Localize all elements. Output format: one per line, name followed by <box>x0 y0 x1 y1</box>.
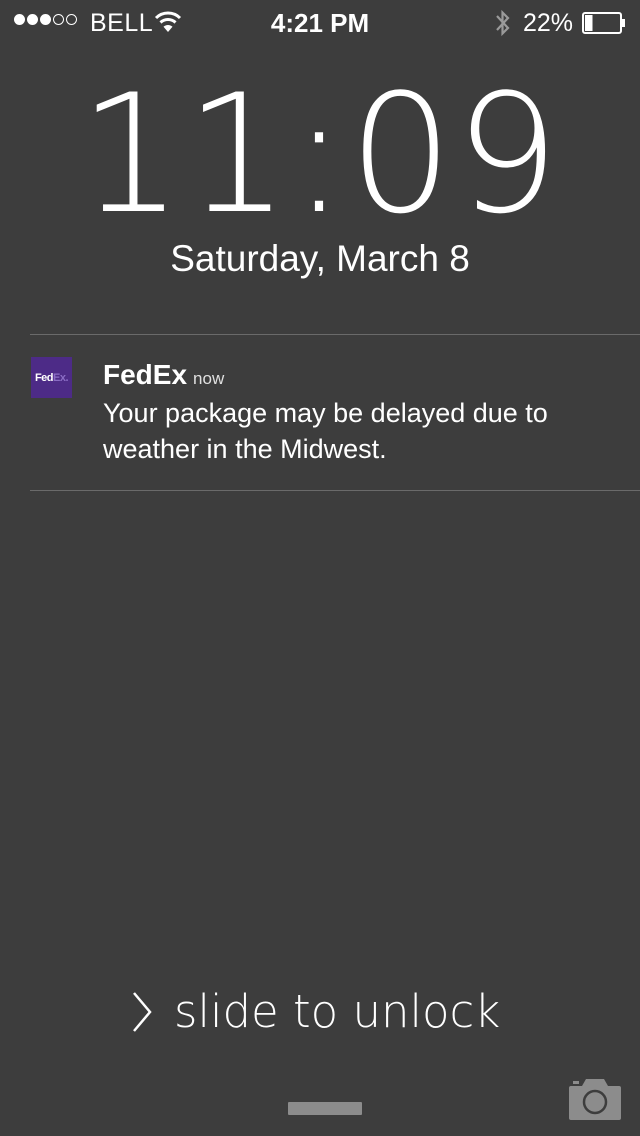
fedex-logo-ex: Ex. <box>53 371 69 384</box>
camera-icon[interactable] <box>567 1076 623 1122</box>
notification-timestamp: now <box>193 369 225 388</box>
chevron-right-icon <box>133 991 152 1032</box>
notification-divider-bottom <box>30 490 640 491</box>
notification-app-name: FedEx <box>103 359 188 390</box>
status-bar: BELL 4:21 PM 22% <box>0 0 640 44</box>
slide-to-unlock-label: slide to unlock <box>174 985 501 1038</box>
control-center-grabber[interactable] <box>288 1102 362 1115</box>
bluetooth-icon <box>496 9 510 37</box>
lock-screen-time: 11:09 <box>78 59 562 250</box>
lock-screen: BELL 4:21 PM 22% 11:09 Saturday, March 8… <box>0 0 640 1136</box>
notification-item[interactable]: Fed Ex. FedEx now Your package may be dela… <box>0 335 640 490</box>
fedex-logo-fed: Fed <box>34 371 54 384</box>
slide-to-unlock[interactable]: slide to unlock <box>130 985 500 1038</box>
lock-screen-date: Saturday, March 8 <box>170 238 470 279</box>
notification-message: Your package may be delayed due to weath… <box>103 398 548 464</box>
fedex-icon: Fed Ex. <box>31 357 72 398</box>
notification-header: FedEx now <box>103 359 224 391</box>
battery-icon <box>582 12 625 34</box>
battery-percentage: 22% <box>523 9 574 37</box>
